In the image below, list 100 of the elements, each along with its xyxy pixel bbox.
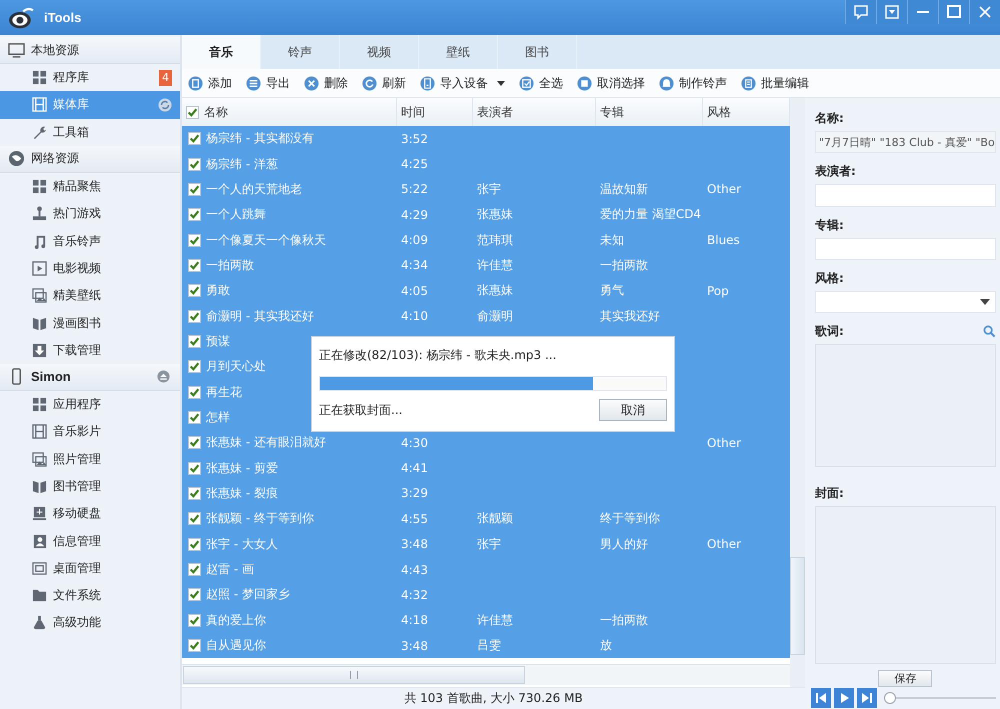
sidebar-item[interactable]: 漫画图书 bbox=[0, 309, 180, 337]
scrollbar-thumb[interactable] bbox=[183, 666, 525, 684]
table-cell: Other bbox=[707, 182, 742, 196]
checkbox[interactable] bbox=[188, 334, 201, 348]
close-icon[interactable] bbox=[969, 0, 1000, 24]
toolbar-button[interactable]: 全选 bbox=[519, 74, 563, 92]
menu-icon[interactable] bbox=[876, 0, 907, 24]
horizontal-scrollbar[interactable] bbox=[182, 664, 790, 686]
list-icon bbox=[741, 76, 756, 90]
count-badge: 4 bbox=[159, 70, 172, 86]
sidebar-item[interactable]: 图书管理 bbox=[0, 472, 180, 500]
export-icon bbox=[246, 76, 261, 90]
checkbox[interactable] bbox=[188, 410, 201, 424]
scrollbar-thumb[interactable] bbox=[790, 557, 805, 655]
save-button[interactable]: 保存 bbox=[878, 670, 932, 687]
sidebar-item[interactable]: 文件系统 bbox=[0, 582, 180, 610]
checkbox[interactable] bbox=[188, 512, 201, 526]
table-cell: 杨宗纬 - 其实都没有 bbox=[206, 130, 314, 148]
batch-edit-button[interactable]: 批量编辑 bbox=[741, 74, 809, 92]
toolbar-button[interactable]: 制作铃声 bbox=[659, 74, 727, 92]
slider-thumb[interactable] bbox=[884, 692, 896, 704]
checkbox[interactable] bbox=[188, 614, 201, 627]
name-field[interactable]: "7月7日晴" "183 Club - 真爱" "Bo bbox=[815, 131, 996, 154]
sidebar-item[interactable]: 工具箱 bbox=[0, 118, 180, 146]
checkbox[interactable] bbox=[188, 310, 201, 323]
table-cell: Other bbox=[707, 436, 742, 450]
table-cell: 3:48 bbox=[401, 537, 428, 552]
sidebar-item[interactable]: 信息管理 bbox=[0, 527, 180, 555]
usb-drive-icon bbox=[32, 506, 47, 522]
play-icon[interactable] bbox=[834, 688, 854, 708]
feedback-icon[interactable] bbox=[845, 0, 876, 24]
sidebar-item[interactable]: 电影视频 bbox=[0, 254, 180, 282]
checkbox[interactable] bbox=[188, 538, 201, 551]
sidebar-item[interactable]: 照片管理 bbox=[0, 446, 180, 473]
previous-icon[interactable] bbox=[811, 688, 831, 708]
search-icon[interactable] bbox=[982, 325, 996, 338]
table-cell: 勇气 bbox=[600, 282, 624, 300]
table-cell: 未知 bbox=[600, 232, 624, 249]
sidebar-item[interactable]: 精品聚焦 bbox=[0, 172, 180, 200]
checkbox[interactable] bbox=[188, 208, 201, 222]
volume-slider[interactable] bbox=[884, 692, 996, 704]
tab[interactable]: 音乐 bbox=[182, 35, 261, 69]
sidebar-section-header[interactable]: Simon bbox=[0, 364, 180, 391]
sidebar-item[interactable]: 精美壁纸 bbox=[0, 282, 180, 310]
add-icon bbox=[188, 76, 203, 90]
sidebar-item[interactable]: 应用程序 bbox=[0, 390, 180, 418]
cancel-button[interactable]: 取消 bbox=[599, 399, 667, 421]
vertical-scrollbar[interactable] bbox=[790, 98, 805, 687]
sidebar-item[interactable]: 程序库 4 bbox=[0, 64, 180, 92]
toolbar-button[interactable]: 刷新 bbox=[362, 74, 406, 92]
checkbox[interactable] bbox=[188, 639, 201, 652]
sidebar-item[interactable]: 桌面管理 bbox=[0, 554, 180, 582]
checkbox[interactable] bbox=[188, 258, 201, 272]
sidebar-section-header[interactable]: 本地资源 bbox=[0, 37, 180, 64]
video-icon bbox=[32, 260, 47, 276]
checkbox[interactable] bbox=[188, 386, 201, 399]
album-field[interactable] bbox=[815, 238, 996, 260]
sidebar-section-header[interactable]: 网络资源 bbox=[0, 146, 180, 173]
book-icon bbox=[32, 479, 47, 494]
checkbox[interactable] bbox=[186, 106, 199, 118]
minimize-icon[interactable] bbox=[907, 0, 938, 24]
toolbar-button[interactable]: 导入设备 bbox=[420, 74, 505, 92]
table-cell: Other bbox=[707, 537, 742, 552]
checkbox[interactable] bbox=[188, 436, 201, 450]
sidebar-item[interactable]: 音乐影片 bbox=[0, 418, 180, 446]
toolbar-button[interactable]: 取消选择 bbox=[577, 74, 645, 92]
table-cell: 张惠妹 - 还有眼泪就好 bbox=[206, 434, 326, 452]
checkbox[interactable] bbox=[188, 588, 201, 602]
table-cell: 4:25 bbox=[401, 157, 428, 172]
checkbox[interactable] bbox=[188, 563, 201, 576]
checkbox[interactable] bbox=[188, 132, 201, 146]
sidebar-item[interactable]: 热门游戏 bbox=[0, 200, 180, 228]
sidebar-item[interactable]: 移动硬盘 bbox=[0, 500, 180, 528]
checkbox[interactable] bbox=[188, 486, 201, 500]
toolbar-button[interactable]: 删除 bbox=[304, 74, 348, 92]
table-cell: 终于等到你 bbox=[600, 510, 660, 528]
checkbox[interactable] bbox=[188, 462, 201, 475]
checkbox[interactable] bbox=[188, 158, 201, 171]
grid-icon bbox=[32, 179, 47, 194]
sidebar-item[interactable]: 高级功能 bbox=[0, 609, 180, 637]
artist-field[interactable] bbox=[815, 184, 996, 207]
next-icon[interactable] bbox=[857, 688, 877, 708]
table-cell: 张惠妹 bbox=[477, 282, 513, 300]
table-cell: 4:41 bbox=[401, 461, 428, 476]
sidebar-item[interactable]: 下载管理 bbox=[0, 336, 180, 364]
eject-icon[interactable] bbox=[157, 370, 170, 384]
table-cell: Blues bbox=[707, 233, 740, 248]
checkbox[interactable] bbox=[188, 360, 201, 374]
toolbar-button[interactable]: 导出 bbox=[246, 74, 290, 92]
checkbox[interactable] bbox=[188, 182, 201, 196]
contact-icon bbox=[32, 534, 47, 549]
checkbox[interactable] bbox=[188, 234, 201, 247]
maximize-icon[interactable] bbox=[938, 0, 969, 24]
table-cell: 放 bbox=[600, 637, 612, 654]
sidebar-item[interactable]: 音乐铃声 bbox=[0, 227, 180, 255]
table-cell: 俞灏明 bbox=[477, 308, 513, 325]
caret-icon[interactable] bbox=[497, 80, 505, 86]
table-cell: 一个人的天荒地老 bbox=[206, 180, 302, 198]
toolbar-button[interactable]: 添加 bbox=[188, 74, 232, 92]
checkbox[interactable] bbox=[188, 284, 201, 298]
